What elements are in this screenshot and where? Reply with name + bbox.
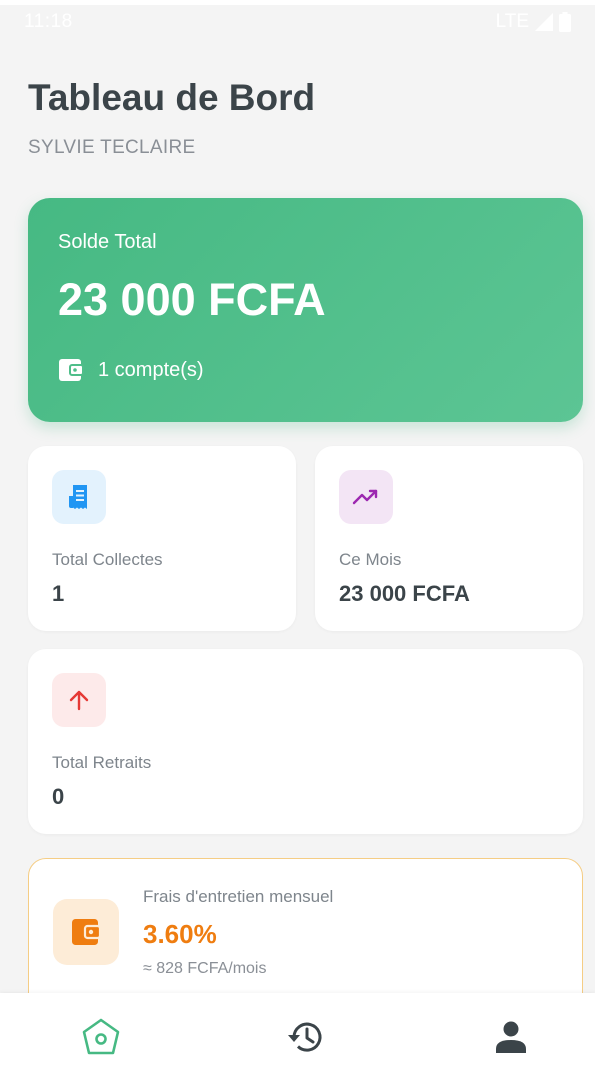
retraits-icon-box xyxy=(52,673,106,727)
receipt-icon xyxy=(69,485,87,509)
collectes-icon-box xyxy=(52,470,106,524)
fees-amount: ≈ 828 FCFA/mois xyxy=(143,960,267,977)
nav-history[interactable] xyxy=(276,1013,336,1061)
home-icon xyxy=(82,1018,120,1055)
nav-home[interactable] xyxy=(71,1013,131,1061)
screen: 11:18 LTE Tableau de Bord SYLVIE TECLAIR… xyxy=(0,5,595,1077)
stat-card-mois[interactable]: Ce Mois 23 000 FCFA xyxy=(315,446,583,631)
status-bar: 11:18 LTE xyxy=(0,5,595,39)
page-title: Tableau de Bord xyxy=(28,77,316,118)
retraits-label: Total Retraits xyxy=(52,753,152,772)
stat-card-collectes[interactable]: Total Collectes 1 xyxy=(28,446,296,631)
fees-label: Frais d'entretien mensuel xyxy=(143,887,334,906)
retraits-value: 0 xyxy=(52,784,65,809)
balance-card[interactable]: Solde Total 23 000 FCFA 1 compte(s) xyxy=(28,198,583,422)
collectes-label: Total Collectes xyxy=(52,550,163,569)
fees-rate: 3.60% xyxy=(143,919,217,949)
arrow-up-icon xyxy=(69,690,89,711)
user-name: SYLVIE TECLAIRE xyxy=(28,137,196,158)
fees-icon-box xyxy=(53,899,119,965)
person-icon xyxy=(496,1021,526,1053)
accounts-count: 1 compte(s) xyxy=(58,358,204,382)
history-icon xyxy=(288,1022,322,1052)
network-label: LTE xyxy=(495,11,529,32)
bottom-nav xyxy=(0,993,595,1077)
collectes-value: 1 xyxy=(52,581,65,606)
status-indicators: LTE xyxy=(496,11,571,33)
wallet-icon xyxy=(59,359,84,381)
mois-icon-box xyxy=(339,470,393,524)
stat-card-retraits[interactable]: Total Retraits 0 xyxy=(28,649,583,834)
mois-value: 23 000 FCFA xyxy=(339,581,470,606)
balance-value: 23 000 FCFA xyxy=(58,274,326,325)
wallet-icon xyxy=(72,919,101,945)
battery-icon xyxy=(559,12,571,32)
status-time: 11:18 xyxy=(24,11,73,32)
balance-label: Solde Total xyxy=(58,231,157,253)
mois-label: Ce Mois xyxy=(339,550,402,569)
trending-up-icon xyxy=(352,489,378,505)
accounts-label: 1 compte(s) xyxy=(98,358,204,381)
nav-profile[interactable] xyxy=(481,1013,541,1061)
signal-icon xyxy=(535,13,553,31)
